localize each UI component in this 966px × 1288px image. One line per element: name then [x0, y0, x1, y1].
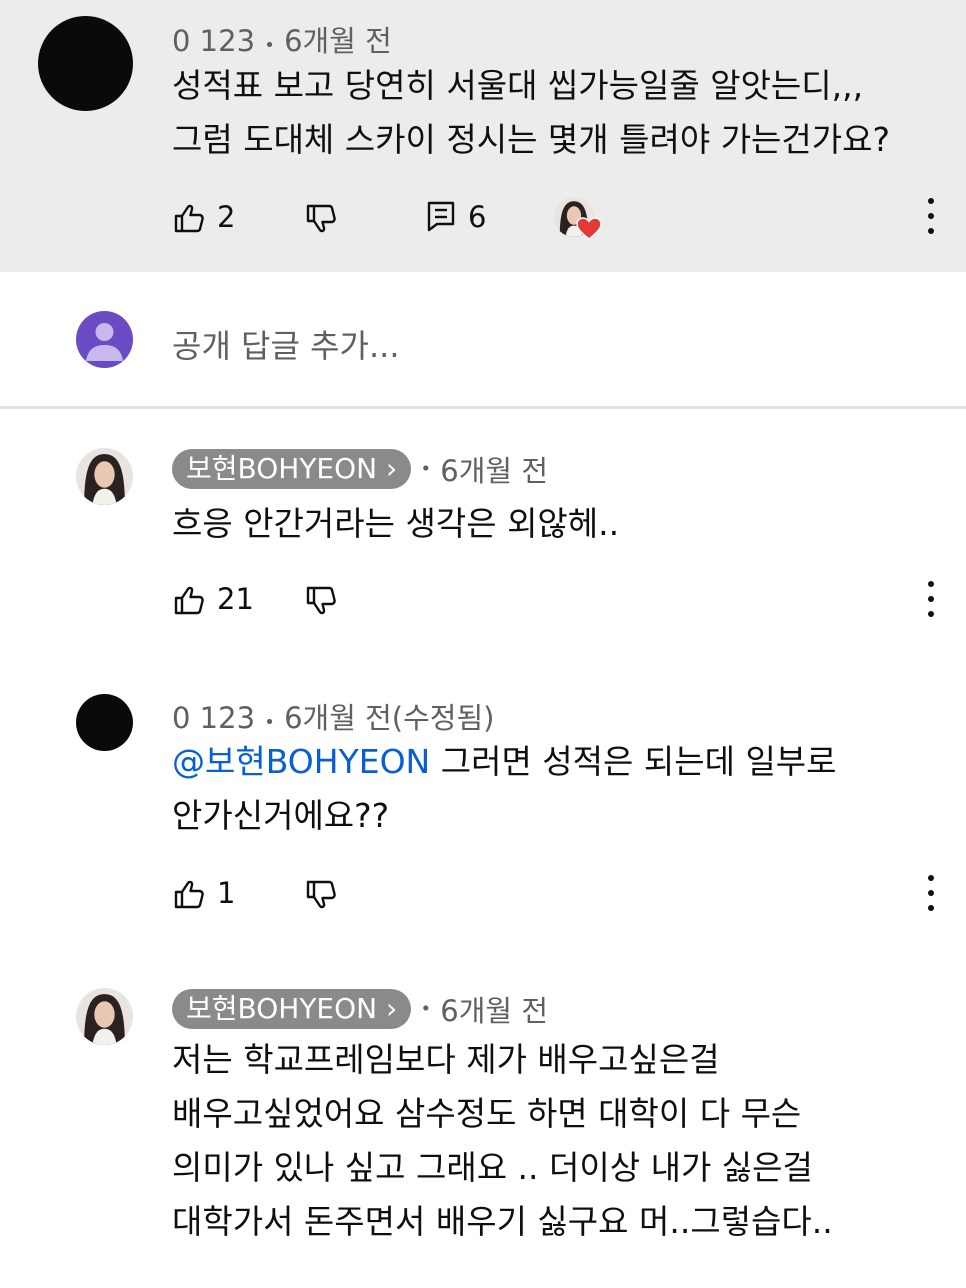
meta-separator: • [420, 998, 432, 1020]
reply-text: 저는 학교프레임보다 제가 배우고싶은걸 배우고싶었어요 삼수정도 하면 대학이… [172, 1033, 833, 1249]
comment-meta: 0 123 • 6개월 전 [172, 18, 392, 60]
reply-meta: 0 123 • 6개월 전(수정됨) [172, 695, 494, 737]
like-icon[interactable] [173, 878, 207, 912]
comment-line: 그럼 도대체 스카이 정시는 몇개 틀려야 가는건가요? [172, 120, 891, 159]
like-count: 2 [217, 200, 236, 234]
reply-meta: 보현BOHYEON › • 6개월 전 [172, 988, 548, 1030]
reply-author: 보현BOHYEON [186, 452, 378, 485]
user-avatar [76, 311, 133, 368]
chip-arrow-icon: › [386, 992, 398, 1025]
reply-text: 흐응 안간거라는 생각은 외않헤.. [172, 497, 619, 551]
creator-heart [554, 197, 602, 240]
like-count: 21 [217, 582, 254, 616]
reply-time: 6개월 전(수정됨) [284, 701, 495, 735]
reply-text: @보현BOHYEON 그러면 성적은 되는데 일부로 안가신거에요?? [172, 735, 837, 843]
reply-line: 의미가 있나 싶고 그래요 .. 더이상 내가 싫은걸 [172, 1148, 813, 1187]
reply-avatar[interactable] [76, 988, 133, 1045]
user-silhouette-icon [86, 323, 123, 361]
mention-link[interactable]: @보현BOHYEON [172, 742, 430, 781]
reply-author: 보현BOHYEON [186, 992, 378, 1025]
reply-count: 6 [468, 200, 487, 234]
more-options-icon[interactable] [919, 194, 943, 238]
comment-time: 6개월 전 [284, 24, 392, 58]
reply-line: 저는 학교프레임보다 제가 배우고싶은걸 [172, 1040, 720, 1079]
reply-line: @보현BOHYEON 그러면 성적은 되는데 일부로 [172, 735, 837, 789]
dislike-icon[interactable] [305, 584, 339, 618]
meta-separator: • [264, 712, 275, 733]
reply-line: 안가신거에요?? [172, 796, 390, 835]
meta-separator: • [420, 458, 432, 480]
like-icon[interactable] [173, 202, 207, 236]
meta-separator: • [264, 35, 275, 56]
reply-line-rest: 그러면 성적은 되는데 일부로 [430, 742, 837, 781]
heart-icon [576, 217, 602, 240]
dislike-icon[interactable] [305, 202, 339, 236]
reply-input[interactable]: 공개 답글 추가... [172, 321, 400, 367]
creator-chip[interactable]: 보현BOHYEON › [172, 449, 412, 489]
reply-avatar[interactable] [76, 694, 133, 751]
like-count: 1 [217, 876, 236, 910]
reply-line: 배우고싶었어요 삼수정도 하면 대학이 다 무슨 [172, 1094, 802, 1133]
comment-author[interactable]: 0 123 [172, 24, 255, 58]
reply-meta: 보현BOHYEON › • 6개월 전 [172, 448, 548, 490]
reply-avatar[interactable] [76, 448, 133, 505]
like-icon[interactable] [173, 584, 207, 618]
reply-author[interactable]: 0 123 [172, 701, 255, 735]
more-options-icon[interactable] [919, 577, 943, 621]
reply-time: 6개월 전 [440, 454, 549, 488]
commenter-avatar[interactable] [38, 16, 133, 111]
reply-line: 흐응 안간거라는 생각은 외않헤.. [172, 504, 620, 543]
more-options-icon[interactable] [919, 871, 943, 915]
creator-chip[interactable]: 보현BOHYEON › [172, 989, 412, 1029]
divider [0, 406, 966, 409]
comment-line: 성적표 보고 당연히 서울대 씹가능일줄 알앗는디,,, [172, 66, 864, 105]
reply-time: 6개월 전 [440, 994, 549, 1028]
chip-arrow-icon: › [386, 452, 398, 485]
replies-icon[interactable] [426, 200, 456, 232]
dislike-icon[interactable] [305, 878, 339, 912]
reply-line: 대학가서 돈주면서 배우기 싫구요 머..그렇습다.. [172, 1202, 833, 1241]
comment-text: 성적표 보고 당연히 서울대 씹가능일줄 알앗는디,,, 그럼 도대체 스카이 … [172, 59, 890, 167]
